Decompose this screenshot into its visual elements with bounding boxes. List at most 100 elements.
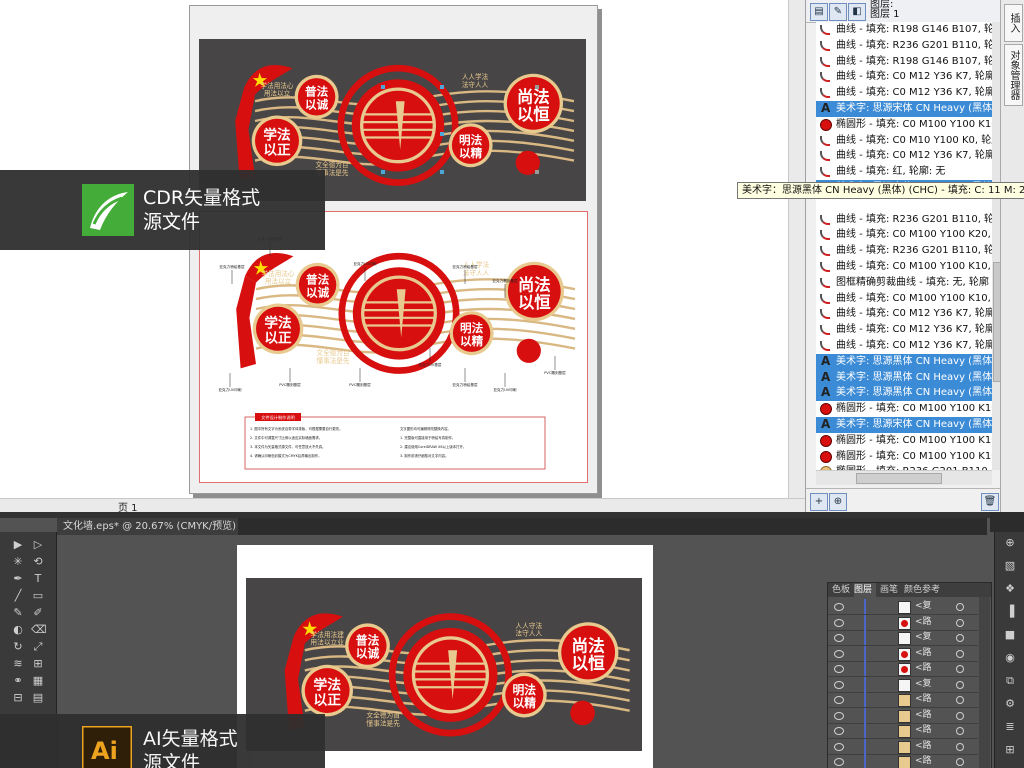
object-list-item[interactable]: 曲线 - 填充: C0 M10 Y100 K0, 轮廓 <box>816 133 992 149</box>
object-list-hscrollbar[interactable] <box>816 470 992 485</box>
ai-layer-list[interactable]: <复 <路 <复 <路 <路 <复 <路 <路 <路 <路 <路 <box>828 599 978 768</box>
object-list-item[interactable]: 曲线 - 填充: R198 G146 B107, 轮廓 <box>816 54 992 70</box>
object-list-item[interactable]: 曲线 - 填充: C0 M12 Y36 K7, 轮廓 <box>816 69 992 85</box>
object-list-item[interactable]: 曲线 - 填充: C0 M12 Y36 K7, 轮廓 <box>816 306 992 322</box>
ai-layers-scrollbar[interactable] <box>979 597 990 768</box>
swatches-panel-icon[interactable]: ▧ <box>1003 559 1017 573</box>
ai-layer-row[interactable]: <复 <box>828 599 978 615</box>
visibility-eye-icon[interactable] <box>834 603 844 611</box>
visibility-eye-icon[interactable] <box>834 680 844 689</box>
object-list-item[interactable]: 椭圆形 - 填充: C0 M100 Y100 K10 <box>816 433 992 449</box>
magic-wand-icon[interactable]: ✳ <box>11 555 25 569</box>
ai-layer-row[interactable]: <复 <box>828 630 978 646</box>
cdr-horizontal-scrollbar[interactable]: 页 1 <box>0 498 805 512</box>
object-list-item[interactable]: 曲线 - 填充: 红, 轮廓: 无 <box>816 164 992 180</box>
tab-brushes[interactable]: 画笔 <box>880 583 902 597</box>
visibility-eye-icon[interactable] <box>834 696 844 704</box>
object-list-item[interactable]: 曲线 - 填充: C0 M100 Y100 K10, 轮廓 <box>816 259 992 275</box>
object-list-item[interactable]: A 美术字: 思源黑体 CN Heavy (黑体) <box>816 385 992 402</box>
direct-selection-tool-icon[interactable]: ▷ <box>31 538 45 552</box>
ai-layer-row[interactable]: <路 <box>828 738 978 755</box>
target-circle-icon[interactable] <box>956 634 964 642</box>
object-list-item[interactable]: A 美术字: 思源宋体 CN Heavy (黑体) <box>816 100 992 117</box>
shape-builder-icon[interactable]: ⚭ <box>11 674 25 688</box>
object-list-item[interactable]: 曲线 - 填充: C0 M12 Y36 K7, 轮廓 <box>816 85 992 101</box>
target-circle-icon[interactable] <box>956 618 964 627</box>
page-label[interactable]: 页 1 <box>118 499 138 512</box>
target-circle-icon[interactable] <box>956 603 964 611</box>
lasso-icon[interactable]: ⟲ <box>31 555 45 569</box>
visibility-eye-icon[interactable] <box>834 742 844 751</box>
target-circle-icon[interactable] <box>956 649 964 658</box>
tab-swatches[interactable]: 色板 <box>832 583 852 597</box>
perspective-grid-icon[interactable]: ▦ <box>31 674 45 688</box>
object-list-item[interactable]: 图框精确剪裁曲线 - 填充: 无, 轮廓 <box>816 275 992 291</box>
pencil-tool-icon[interactable]: ✎ <box>11 606 25 620</box>
blob-brush-icon[interactable]: ◐ <box>11 623 25 637</box>
ai-layer-row[interactable]: <路 <box>828 661 978 677</box>
tab-color-guide[interactable]: 颜色参考 <box>904 583 946 597</box>
visibility-eye-icon[interactable] <box>834 727 844 735</box>
object-list-item[interactable]: A 美术字: 思源黑体 CN Heavy (黑体) <box>816 369 992 386</box>
visibility-eye-icon[interactable] <box>834 711 844 720</box>
ai-layer-row[interactable]: <路 <box>828 645 978 662</box>
object-list-item[interactable]: 曲线 - 填充: R198 G146 B107, 轮廓 <box>816 22 992 38</box>
warp-tool-icon[interactable]: ≋ <box>11 657 25 671</box>
docker-tab-insert[interactable]: 插入 <box>1004 4 1023 42</box>
ai-layer-row[interactable]: <路 <box>828 723 978 739</box>
visibility-eye-icon[interactable] <box>834 634 844 642</box>
eraser-icon[interactable]: ⌫ <box>31 623 47 637</box>
object-list-hscroll-thumb[interactable] <box>856 473 942 484</box>
visibility-eye-icon[interactable] <box>834 618 844 627</box>
gradient-tool-icon[interactable]: ▤ <box>31 691 45 705</box>
object-list-item[interactable]: 曲线 - 填充: C0 M12 Y36 K7, 轮廓 <box>816 322 992 338</box>
cdr-canvas[interactable]: 普法 以诚 学法 以正 尚法 以恒 明法 以精 学法用法心 用法以立 人人学法 法守人人 文全德为百 懂事… <box>0 0 805 512</box>
ai-layer-row[interactable]: <路 <box>828 754 978 768</box>
object-list-item[interactable]: 椭圆形 - 填充: C0 M100 Y100 K10 <box>816 401 992 417</box>
layers-panel-icon[interactable]: ❖ <box>1003 582 1017 596</box>
target-circle-icon[interactable] <box>956 758 964 766</box>
ai-layer-row[interactable]: <路 <box>828 692 978 708</box>
line-tool-icon[interactable]: ╱ <box>11 589 25 603</box>
target-circle-icon[interactable] <box>956 696 964 704</box>
ai-layer-row[interactable]: <路 <box>828 707 978 724</box>
brush-tool-icon[interactable]: ✐ <box>31 606 45 620</box>
rotate-tool-icon[interactable]: ↻ <box>11 640 25 654</box>
scale-tool-icon[interactable]: ⤢ <box>31 640 45 654</box>
object-list-item[interactable]: 曲线 - 填充: R236 G201 B110, 轮廓 <box>816 38 992 54</box>
selection-tool-icon[interactable]: ▶ <box>11 538 25 552</box>
align-panel-icon[interactable]: ≣ <box>1003 720 1017 734</box>
object-list-item[interactable]: 曲线 - 填充: C0 M12 Y36 K7, 轮廓 <box>816 148 992 164</box>
object-list-item[interactable]: 曲线 - 填充: C0 M100 Y100 K20, 轮廓 <box>816 227 992 243</box>
new-layer-icon[interactable]: + <box>810 493 828 511</box>
docker-tab-object-manager[interactable]: 对象管理器 <box>1004 44 1023 106</box>
free-transform-icon[interactable]: ⊞ <box>31 657 45 671</box>
delete-icon[interactable]: 🗑 <box>981 493 999 511</box>
target-circle-icon[interactable] <box>956 680 964 689</box>
transparency-icon[interactable]: ⚙ <box>1003 697 1017 711</box>
target-circle-icon[interactable] <box>956 727 964 735</box>
object-list-item[interactable]: 曲线 - 填充: C0 M12 Y36 K7, 轮廓 <box>816 338 992 354</box>
visibility-eye-icon[interactable] <box>834 649 844 658</box>
target-circle-icon[interactable] <box>956 665 964 673</box>
visibility-eye-icon[interactable] <box>834 758 844 766</box>
cdr-annotated-board[interactable]: 普法 以诚 学法 以正 尚法 以恒 明法 以精 学法用法心 用法以立 人人学法 法守人人 文全德为百 懂事… <box>199 211 588 483</box>
pen-tool-icon[interactable]: ✒ <box>11 572 25 586</box>
visibility-eye-icon[interactable] <box>834 665 844 673</box>
stroke-panel-icon[interactable]: ▐ <box>1003 605 1017 619</box>
cdr-vertical-scrollbar[interactable] <box>788 0 805 498</box>
object-list-item[interactable]: 椭圆形 - 填充: C0 M100 Y100 K10 <box>816 449 992 465</box>
graphic-styles-icon[interactable]: ⧉ <box>1003 674 1017 688</box>
transform-panel-icon[interactable]: ⊞ <box>1003 743 1017 757</box>
object-list-item[interactable]: A 美术字: 思源宋体 CN Heavy (黑体) <box>816 416 992 433</box>
object-list[interactable]: 曲线 - 填充: R198 G146 B107, 轮廓 曲线 - 填充: R236… <box>816 22 992 470</box>
object-list-item[interactable]: 曲线 - 填充: R236 G201 B110, 轮廓 <box>816 212 992 228</box>
document-tab[interactable]: 文化墙.eps* @ 20.67% (CMYK/预览) <box>57 518 238 535</box>
tab-layers[interactable]: 图层 <box>854 583 876 597</box>
new-master-layer-icon[interactable]: ⊕ <box>829 493 847 511</box>
color-panel-icon[interactable]: ⊕ <box>1003 536 1017 550</box>
target-circle-icon[interactable] <box>956 711 964 720</box>
layer-manager-icon[interactable]: ▤ <box>810 3 828 21</box>
target-circle-icon[interactable] <box>956 742 964 751</box>
edit-layer-icon[interactable]: ✎ <box>829 3 847 21</box>
